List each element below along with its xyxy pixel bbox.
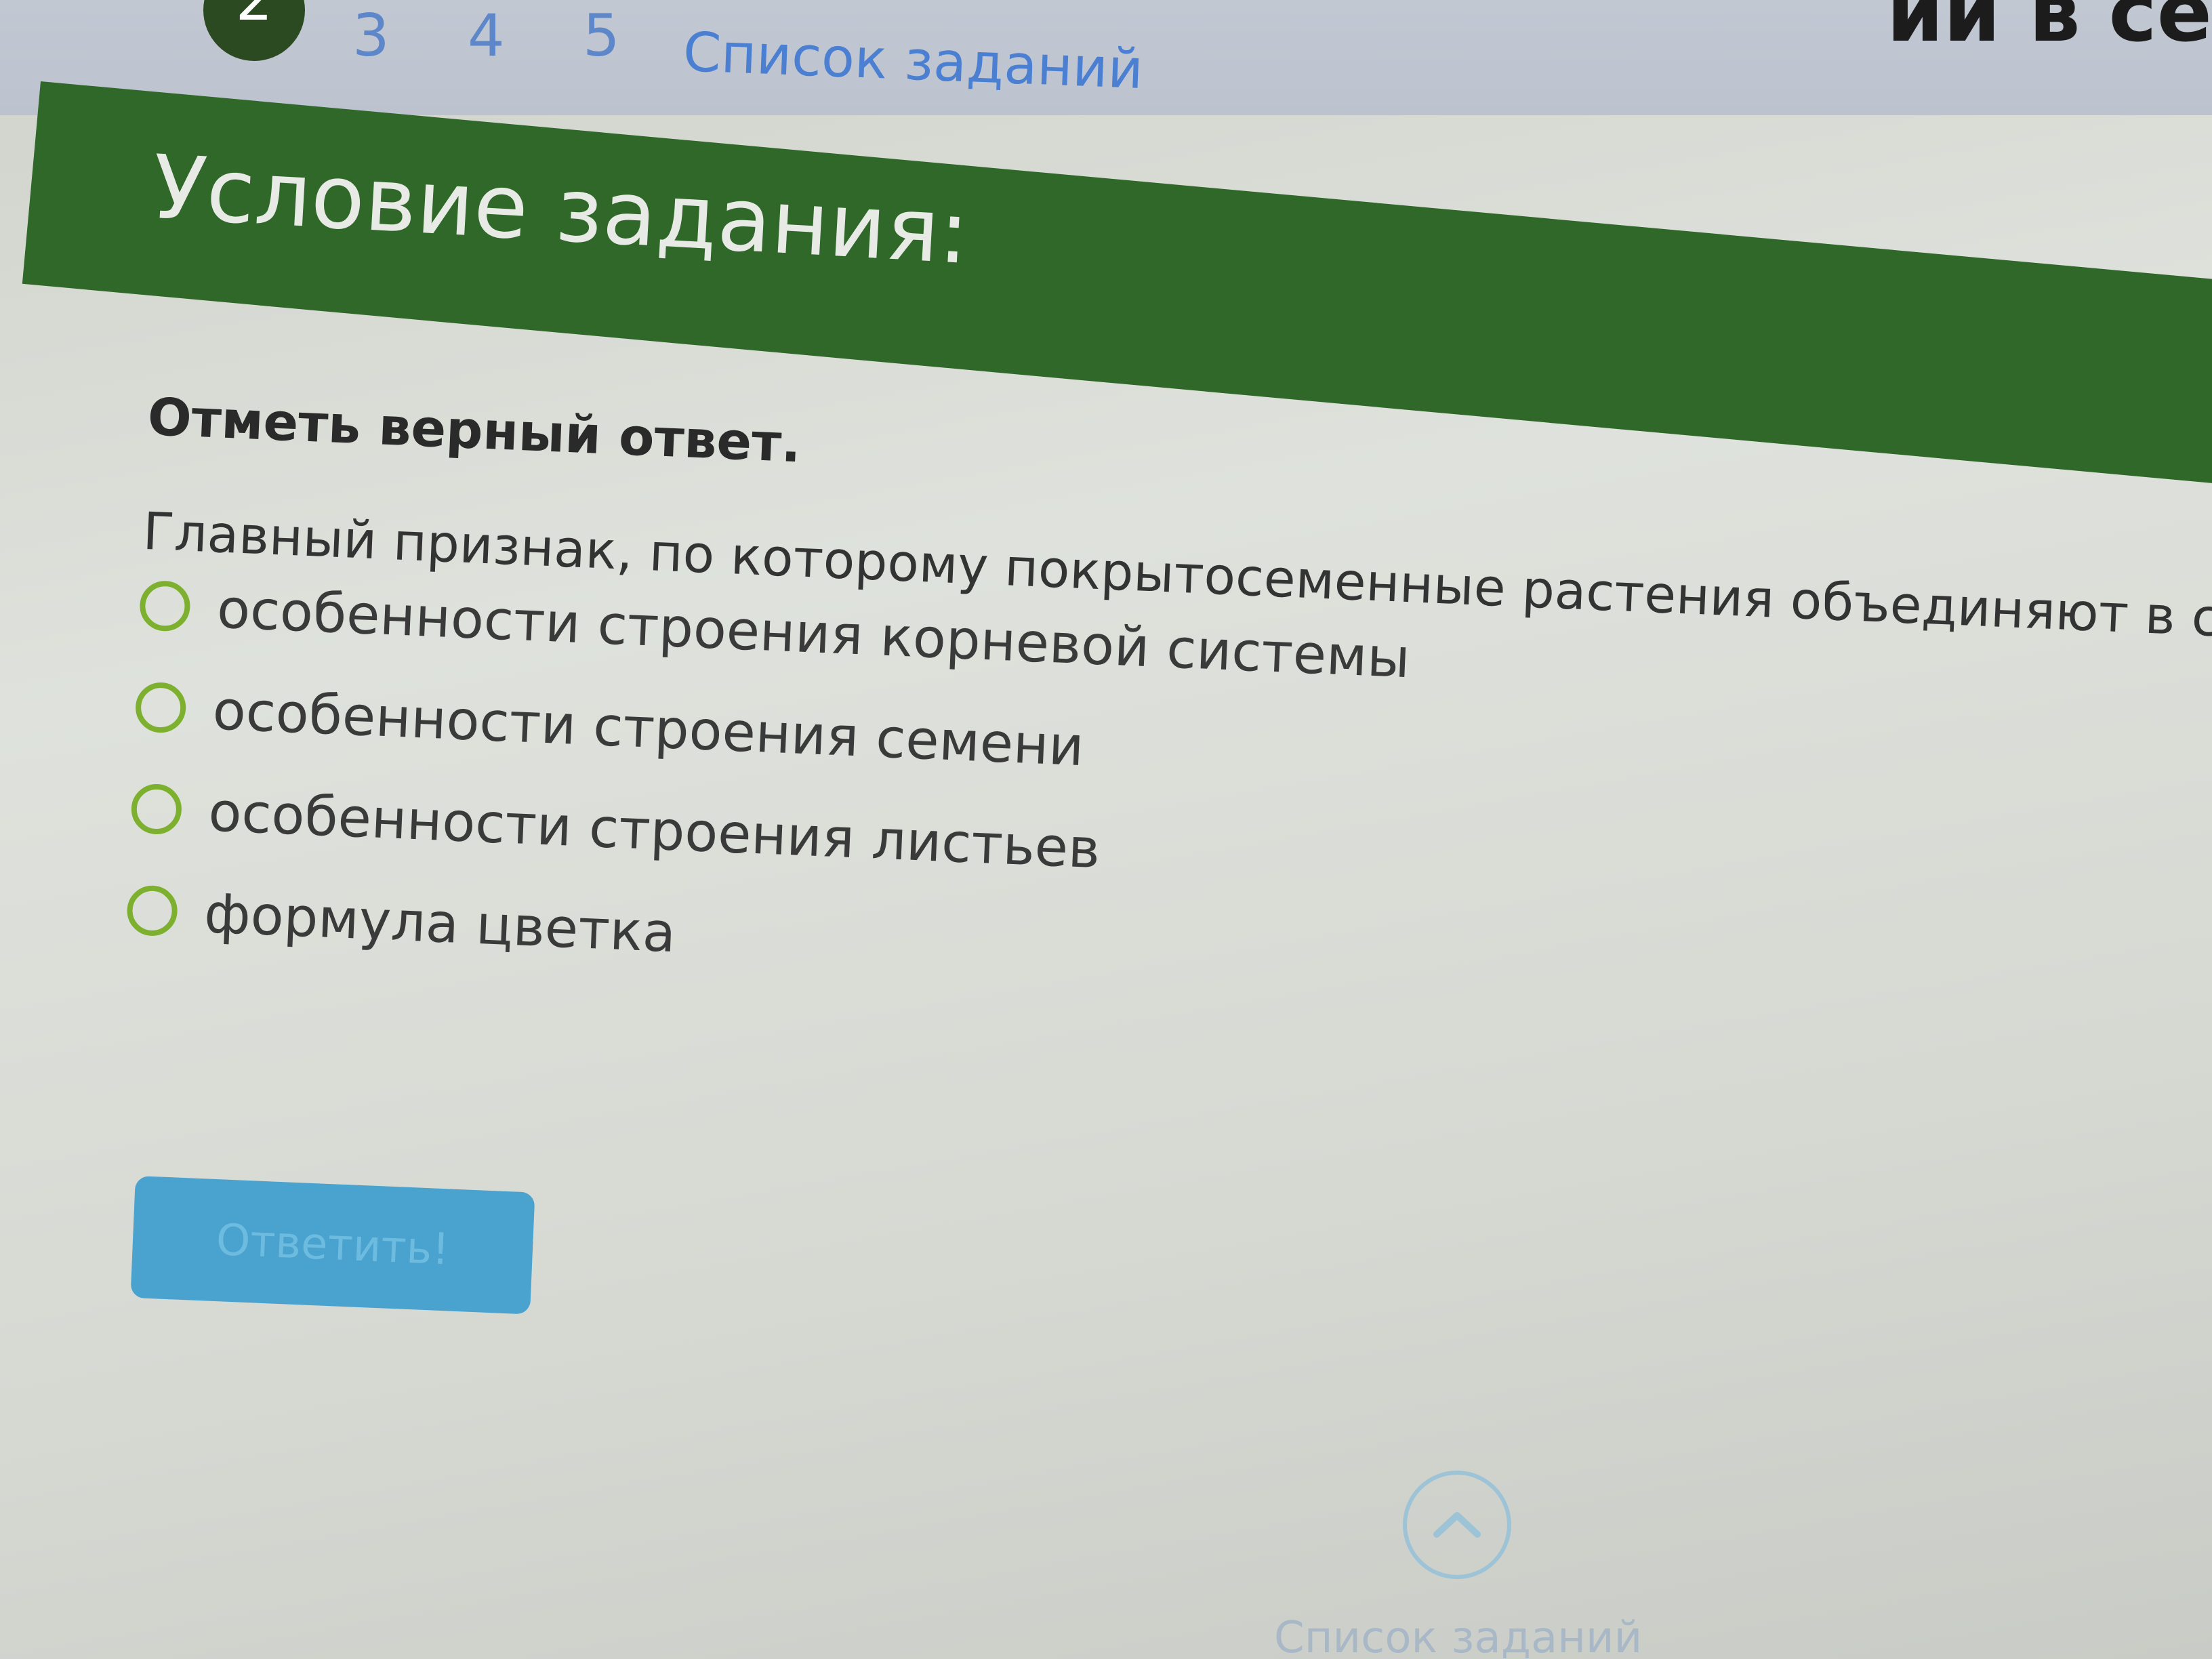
submit-answer-button[interactable]: Ответить!	[130, 1176, 535, 1315]
radio-button[interactable]	[126, 884, 179, 937]
answer-option-label: формула цветка	[203, 881, 678, 964]
footer-task-list-link[interactable]: Список заданий	[1274, 1613, 1642, 1659]
radio-button[interactable]	[134, 681, 187, 734]
pager-item-current[interactable]: 2	[203, 0, 305, 61]
pager-item[interactable]: 5	[583, 7, 620, 65]
pager-item[interactable]: 3	[352, 7, 390, 65]
radio-button[interactable]	[138, 579, 191, 632]
screen: 2 3 4 5 Список заданий ии в се Условие з…	[0, 0, 2212, 1659]
scroll-to-top-button[interactable]	[1403, 1471, 1511, 1579]
chevron-up-icon	[1433, 1512, 1481, 1538]
task-list-link[interactable]: Список заданий	[682, 20, 1144, 101]
pager-item[interactable]: 4	[468, 7, 505, 65]
answer-option-label: особенности строения семени	[211, 678, 1086, 778]
page-heading-fragment: ии в се	[1886, 0, 2212, 60]
answer-option-label: особенности строения листьев	[207, 779, 1102, 880]
task-content: Отметь верный ответ. Главный признак, по…	[125, 386, 2212, 1059]
task-pager: 2 3 4 5 Список заданий ии в се	[0, 0, 2212, 115]
radio-button[interactable]	[130, 783, 183, 836]
